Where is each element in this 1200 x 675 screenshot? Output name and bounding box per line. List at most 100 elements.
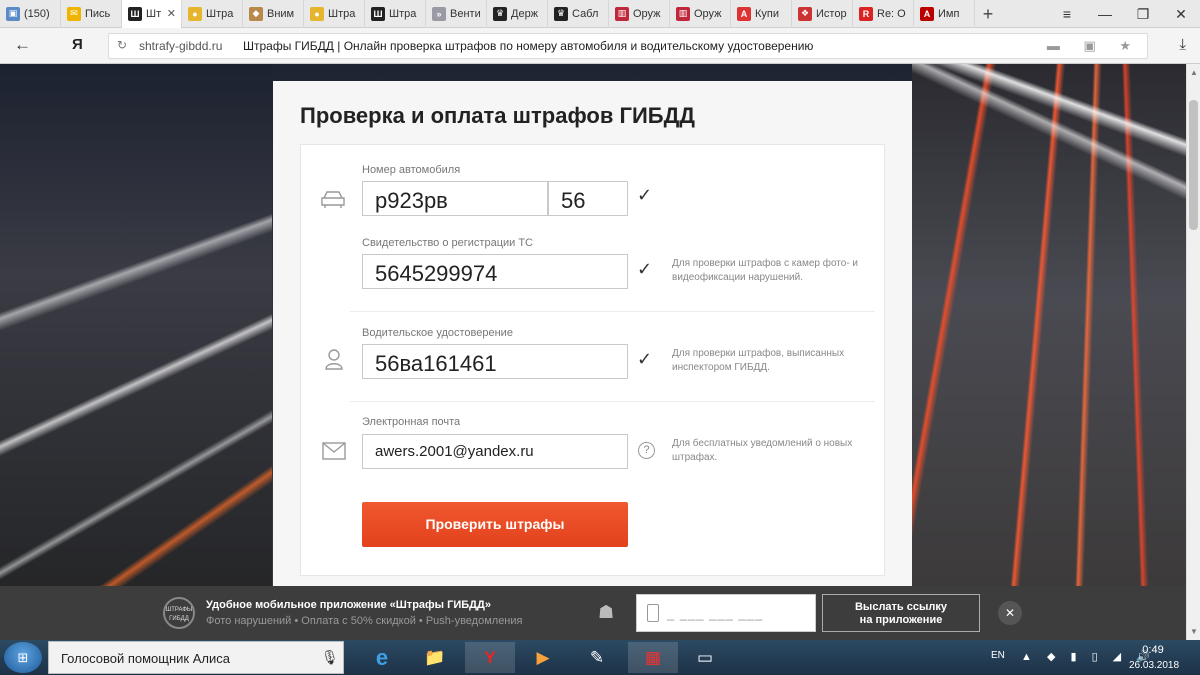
tab-label: Оруж	[694, 7, 722, 20]
car-number-valid-icon: ✓	[637, 185, 653, 205]
fine-check-card: Проверка и оплата штрафов ГИБДД Номер ав…	[273, 81, 912, 586]
minimize-icon[interactable]: —	[1086, 0, 1124, 28]
sts-hint: Для проверки штрафов с камер фото- и вид…	[672, 258, 859, 283]
scroll-thumb[interactable]	[1189, 100, 1198, 230]
browser-tab[interactable]: ❖ Истор	[792, 0, 853, 28]
tab-label: Вним	[267, 7, 295, 20]
start-button[interactable]: ⊞	[4, 642, 42, 673]
close-window-icon[interactable]: ✕	[1162, 0, 1200, 28]
phone-input[interactable]: _ ___ ___ ___	[636, 594, 816, 632]
browser-tab[interactable]: ● Штра	[182, 0, 243, 28]
browser-tab[interactable]: Ш Шт ✕	[122, 0, 182, 28]
tab-favicon-icon: Ш	[371, 6, 385, 21]
windows-taskbar: ⊞ Голосовой помощник Алиса 🎙 e 📁 Y ▶ ✎ ▦…	[0, 640, 1200, 675]
browser-tab[interactable]: ♛ Держ	[487, 0, 548, 28]
search-text: Голосовой помощник Алиса	[61, 651, 230, 666]
download-icon[interactable]: ⤓	[1179, 36, 1186, 53]
banner-title: Удобное мобильное приложение «Штрафы ГИБ…	[206, 599, 491, 611]
tab-close-icon[interactable]: ✕	[167, 7, 176, 20]
send-link-line2: на приложение	[859, 614, 943, 626]
browser-tab[interactable]: » Венти	[426, 0, 487, 28]
send-link-button[interactable]: Выслать ссылку на приложение	[822, 594, 980, 632]
url-field[interactable]: ↻ shtrafy-gibdd.ru Штрафы ГИБДД | Онлайн…	[108, 33, 1148, 59]
url-action-icons[interactable]: ▬ ▣ ★	[1047, 38, 1141, 54]
browser-tab[interactable]: Ш Штра	[365, 0, 426, 28]
browser-tab[interactable]: ▣ (150)	[0, 0, 61, 28]
envelope-icon	[322, 442, 346, 460]
browser-tab[interactable]: ▥ Оруж	[670, 0, 731, 28]
vertical-scrollbar[interactable]: ▲ ▼	[1186, 64, 1200, 640]
banner-close-icon[interactable]: ✕	[998, 601, 1022, 625]
clock-date[interactable]: 26.03.2018	[1129, 660, 1179, 671]
background-road-right	[912, 64, 1186, 586]
tab-favicon-icon: ✉	[67, 6, 81, 21]
browser-tab[interactable]: A Купи	[731, 0, 792, 28]
window-controls: ≡ — ❐ ✕	[1048, 0, 1200, 28]
yandex-browser-icon[interactable]: Y	[465, 642, 515, 673]
license-hint: Для проверки штрафов, выписанных инспект…	[672, 348, 845, 373]
reload-icon[interactable]: ↻	[117, 38, 127, 52]
tool-app-icon[interactable]: ▦	[628, 642, 678, 673]
new-tab-button[interactable]: +	[975, 0, 1001, 28]
tab-label: Пись	[85, 7, 111, 20]
sts-input[interactable]: 5645299974	[362, 254, 628, 289]
browser-tab[interactable]: A Имп	[914, 0, 975, 28]
send-link-line1: Выслать ссылку	[854, 601, 947, 613]
tab-favicon-icon: »	[432, 6, 446, 21]
browser-tab[interactable]: ▥ Оруж	[609, 0, 670, 28]
internet-explorer-icon[interactable]: e	[357, 642, 407, 673]
clock-time[interactable]: 0:49	[1133, 644, 1173, 656]
microphone-icon[interactable]: 🎙	[321, 649, 339, 666]
file-explorer-icon[interactable]: 📁	[410, 642, 460, 673]
address-bar: ← Я ↻ shtrafy-gibdd.ru Штрафы ГИБДД | Он…	[0, 28, 1200, 64]
browser-tab[interactable]: ♛ Сабл	[548, 0, 609, 28]
taskbar-search-field[interactable]: Голосовой помощник Алиса 🎙	[48, 641, 344, 674]
tab-favicon-icon: ◆	[249, 6, 263, 21]
tab-label: Истор	[816, 7, 847, 20]
car-region-input[interactable]: 56	[548, 181, 628, 216]
check-fines-button[interactable]: Проверить штрафы	[362, 502, 628, 547]
tab-label: Штра	[389, 7, 417, 20]
restore-icon[interactable]: ❐	[1124, 0, 1162, 28]
license-input[interactable]: 56ва161461	[362, 344, 628, 379]
tab-favicon-icon: A	[737, 6, 751, 21]
license-valid-icon: ✓	[637, 349, 653, 369]
screen-app-icon[interactable]: ▭	[680, 642, 730, 673]
tab-favicon-icon: ▥	[676, 6, 690, 21]
background-road-left	[0, 64, 272, 586]
car-number-input[interactable]: р923рв	[362, 181, 548, 216]
page-viewport: Проверка и оплата штрафов ГИБДД Номер ав…	[0, 64, 1186, 586]
paint-icon[interactable]: ✎	[572, 642, 622, 673]
car-number-label: Номер автомобиля	[362, 164, 461, 176]
browser-tab[interactable]: ✉ Пись	[61, 0, 122, 28]
email-input[interactable]: awers.2001@yandex.ru	[362, 434, 628, 469]
tab-favicon-icon: ▣	[6, 6, 20, 21]
scroll-up-icon[interactable]: ▲	[1190, 68, 1198, 77]
tab-favicon-icon: A	[920, 6, 934, 21]
scroll-down-icon[interactable]: ▼	[1190, 627, 1198, 636]
browser-tab[interactable]: ● Штра	[304, 0, 365, 28]
phone-placeholder: _ ___ ___ ___	[667, 606, 764, 621]
page-title: Проверка и оплата штрафов ГИБДД	[300, 103, 695, 128]
tab-favicon-icon: ♛	[493, 6, 507, 21]
tab-label: Штра	[328, 7, 356, 20]
tab-label: Купи	[755, 7, 780, 20]
email-label: Электронная почта	[362, 416, 461, 428]
tab-label: Сабл	[572, 7, 599, 20]
yandex-logo-icon[interactable]: Я	[72, 36, 83, 53]
browser-tab[interactable]: ◆ Вним	[243, 0, 304, 28]
back-arrow-icon[interactable]: ←	[14, 35, 31, 55]
help-icon[interactable]: ?	[638, 442, 655, 459]
tab-favicon-icon: ●	[188, 6, 202, 21]
tab-favicon-icon: ▥	[615, 6, 629, 21]
menu-icon[interactable]: ≡	[1048, 0, 1086, 28]
browser-tab-bar: ▣ (150) ✉ Пись Ш Шт ✕ ● Штра ◆ Вним ● Штра Ш Штра » Вент…	[0, 0, 1200, 28]
media-player-icon[interactable]: ▶	[518, 642, 568, 673]
divider	[350, 311, 875, 312]
phone-icon	[647, 604, 659, 622]
sts-label: Свидетельство о регистрации ТС	[362, 237, 533, 249]
tab-favicon-icon: ♛	[554, 6, 568, 21]
language-indicator[interactable]: EN	[991, 650, 1005, 661]
browser-tab[interactable]: R Re: О	[853, 0, 914, 28]
tab-favicon-icon: ●	[310, 6, 324, 21]
